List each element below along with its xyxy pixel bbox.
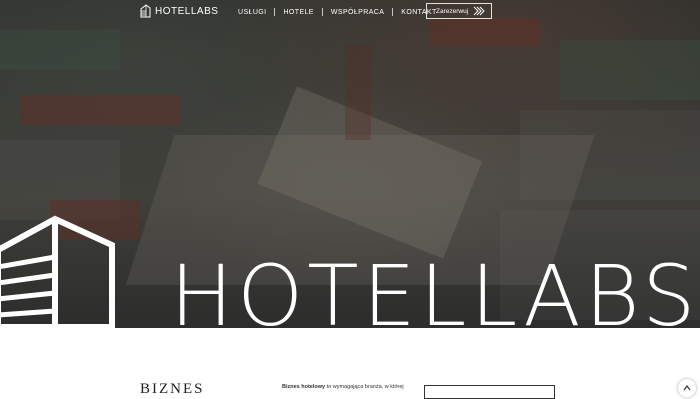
- intro-paragraph: Biznes hotelowy to wymagająca branża, w …: [282, 384, 412, 391]
- double-chevron-right-icon: [473, 6, 485, 16]
- logo[interactable]: HOTELLABS: [140, 4, 218, 18]
- main-menu: USŁUGI HOTELE WSPÓŁPRACA KONTAKT: [230, 8, 445, 16]
- paragraph-text: to wymagająca branża, w której: [325, 384, 404, 390]
- book-button[interactable]: Zarezerwuj: [426, 3, 492, 19]
- logo-text: HOTELLABS: [155, 5, 219, 17]
- nav-link-wspolpraca[interactable]: WSPÓŁPRACA: [323, 9, 392, 16]
- content-box: [424, 385, 555, 399]
- hero-brand-wordmark: HOTELLABS: [170, 247, 700, 345]
- scroll-to-top-button[interactable]: [678, 379, 696, 397]
- section-heading: BIZNES: [140, 381, 205, 397]
- top-navigation: HOTELLABS USŁUGI HOTELE WSPÓŁPRACA KONTA…: [0, 0, 700, 26]
- book-button-label: Zarezerwuj: [436, 7, 469, 15]
- nav-link-hotele[interactable]: HOTELE: [275, 9, 321, 16]
- chevron-up-icon: [683, 385, 691, 391]
- logo-house-icon: [140, 4, 151, 18]
- nav-link-uslugi[interactable]: USŁUGI: [230, 9, 274, 16]
- paragraph-lead: Biznes hotelowy: [282, 384, 326, 390]
- hero-house-logo-icon: [0, 215, 115, 330]
